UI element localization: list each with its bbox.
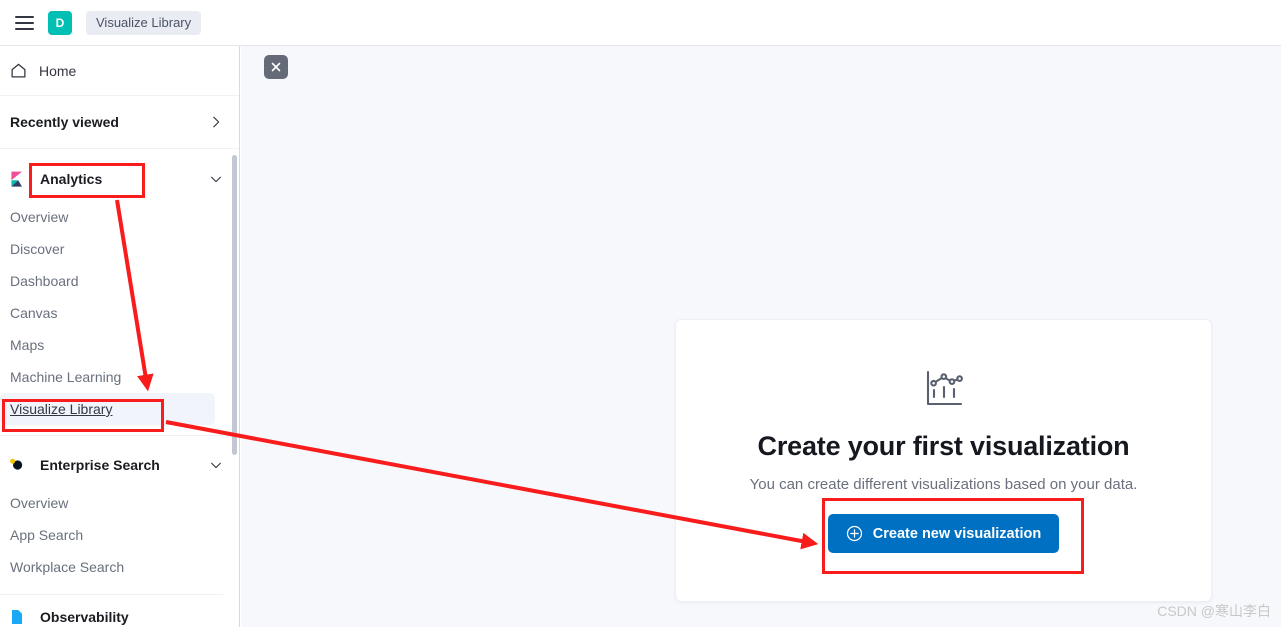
sidebar-section-enterprise-search-label: Enterprise Search	[40, 457, 160, 473]
sidebar-item-label: Machine Learning	[10, 369, 122, 385]
empty-state-subtitle: You can create different visualizations …	[749, 476, 1138, 493]
sidebar-item-canvas[interactable]: Canvas	[0, 297, 215, 329]
sidebar-item-machine-learning-pill[interactable]: Machine Learning	[0, 361, 215, 393]
sidebar-section-analytics[interactable]: Analytics	[0, 157, 239, 201]
home-icon	[10, 62, 27, 79]
sidebar-item-discover-pill[interactable]: Discover	[0, 233, 215, 265]
sidebar-divider	[0, 435, 223, 436]
sidebar-item-overview-analytics[interactable]: Overview	[0, 201, 215, 233]
sidebar-item-app-search-pill[interactable]: App Search	[0, 519, 215, 551]
sidebar-item-label: App Search	[10, 527, 84, 543]
sidebar-scroll-area: Analytics Overview Discover Dashboard Ca…	[0, 149, 239, 627]
sidebar-item-label: Overview	[10, 495, 69, 511]
sidebar-section-observability[interactable]: Observability	[0, 602, 239, 627]
sidebar-item-overview-analytics-pill[interactable]: Overview	[0, 201, 215, 233]
sidebar-item-maps-pill[interactable]: Maps	[0, 329, 215, 361]
breadcrumb[interactable]: Visualize Library	[86, 10, 202, 35]
sidebar-item-dashboard-pill[interactable]: Dashboard	[0, 265, 215, 297]
sidebar-item-label: Canvas	[10, 305, 58, 321]
sidebar-item-recently-viewed-label: Recently viewed	[10, 114, 119, 130]
sidebar-item-overview-enterprise[interactable]: Overview	[0, 487, 215, 519]
page-title: Create your first visualization	[757, 431, 1130, 461]
sidebar-item-label: Overview	[10, 209, 69, 225]
chevron-right-icon[interactable]	[209, 115, 223, 129]
app-root: D Visualize Library Home Recently viewed	[0, 0, 1281, 627]
plus-circle-icon	[846, 525, 863, 542]
sidebar-item-label: Dashboard	[10, 273, 79, 289]
sidebar-item-home-label: Home	[39, 62, 77, 79]
sidebar-item-recently-viewed[interactable]: Recently viewed	[0, 96, 239, 149]
sidebar-item-visualize-library[interactable]: Visualize Library	[0, 393, 215, 425]
sidebar-section-observability-label: Observability	[40, 609, 129, 625]
sidebar-item-app-search[interactable]: App Search	[0, 519, 215, 551]
sidebar-section-analytics-label: Analytics	[40, 171, 103, 187]
kibana-logo-icon	[8, 170, 26, 188]
sidebar-item-label: Maps	[10, 337, 45, 353]
watermark: CSDN @寒山李白	[1157, 603, 1271, 619]
avatar[interactable]: D	[48, 10, 72, 35]
sidebar-section-enterprise-search[interactable]: Enterprise Search	[0, 443, 239, 487]
sidebar-item-workplace-search[interactable]: Workplace Search	[0, 551, 215, 583]
visualization-chart-icon	[922, 367, 966, 416]
create-new-visualization-label: Create new visualization	[872, 525, 1042, 542]
enterprise-search-icon	[8, 456, 26, 474]
sidebar-item-workplace-search-pill[interactable]: Workplace Search	[0, 551, 215, 583]
sidebar-item-label: Visualize Library	[10, 401, 113, 417]
hamburger-icon[interactable]	[10, 9, 38, 37]
chevron-down-icon[interactable]	[209, 172, 223, 186]
empty-state-panel: Create your first visualization You can …	[675, 319, 1212, 602]
top-header: D Visualize Library	[0, 0, 1281, 46]
sidebar-item-home[interactable]: Home	[0, 46, 239, 96]
close-icon[interactable]	[264, 55, 288, 79]
sidebar-item-visualize-library-pill[interactable]: Visualize Library	[0, 393, 215, 425]
sidebar-item-maps[interactable]: Maps	[0, 329, 215, 361]
observability-icon	[8, 608, 26, 626]
sidebar-scrollbar-thumb[interactable]	[232, 155, 237, 455]
main-content: Create your first visualization You can …	[241, 46, 1281, 627]
chevron-down-icon[interactable]	[209, 458, 223, 472]
sidebar-divider	[0, 594, 223, 595]
sidebar-item-label: Workplace Search	[10, 559, 125, 575]
sidebar-item-canvas-pill[interactable]: Canvas	[0, 297, 215, 329]
sidebar-item-label: Discover	[10, 241, 65, 257]
sidebar: Home Recently viewed Analytics Overview …	[0, 46, 240, 627]
create-new-visualization-button[interactable]: Create new visualization	[827, 514, 1060, 553]
sidebar-item-overview-enterprise-pill[interactable]: Overview	[0, 487, 215, 519]
sidebar-item-dashboard[interactable]: Dashboard	[0, 265, 215, 297]
sidebar-item-discover[interactable]: Discover	[0, 233, 215, 265]
sidebar-item-machine-learning[interactable]: Machine Learning	[0, 361, 215, 393]
